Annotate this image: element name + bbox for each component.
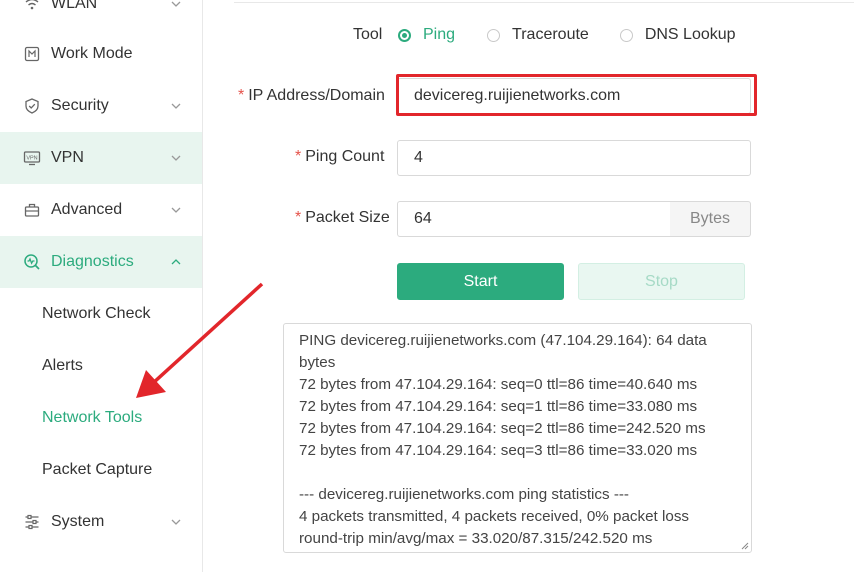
divider	[234, 0, 854, 3]
ping-output-textarea[interactable]: PING devicereg.ruijienetworks.com (47.10…	[283, 323, 752, 553]
output-line: bytes	[299, 354, 336, 371]
radio-button-icon	[619, 28, 633, 42]
wifi-icon	[22, 0, 42, 14]
sidebar-subitem-network-check[interactable]: Network Check	[0, 288, 202, 340]
output-line: --- devicereg.ruijienetworks.com ping st…	[299, 486, 629, 503]
sidebar: WLAN Work Mode Security VPN VPN Advanced	[0, 0, 203, 572]
chevron-down-icon	[171, 207, 181, 213]
vpn-icon: VPN	[22, 148, 42, 168]
output-line: 72 bytes from 47.104.29.164: seq=0 ttl=8…	[299, 376, 698, 393]
ip-address-label-text: IP Address/Domain	[248, 87, 385, 104]
output-line: 4 packets transmitted, 4 packets receive…	[299, 508, 690, 525]
chevron-down-icon	[171, 1, 181, 7]
sidebar-item-work-mode[interactable]: Work Mode	[0, 28, 202, 80]
chevron-down-icon	[171, 519, 181, 525]
ping-count-label: * Ping Count	[295, 148, 384, 166]
sidebar-item-security[interactable]: Security	[0, 80, 202, 132]
packet-size-label: * Packet Size	[295, 209, 390, 227]
output-line: 72 bytes from 47.104.29.164: seq=3 ttl=8…	[299, 442, 698, 459]
sidebar-item-label: WLAN	[51, 0, 98, 12]
output-line: 72 bytes from 47.104.29.164: seq=2 ttl=8…	[299, 420, 706, 437]
network-tools-panel: Tool Ping Traceroute DNS Lookup * IP Addr…	[214, 0, 863, 572]
tool-radio-group: Ping Traceroute DNS Lookup	[398, 26, 736, 44]
packet-size-label-text: Packet Size	[305, 209, 390, 226]
output-line: PING devicereg.ruijienetworks.com (47.10…	[299, 332, 707, 349]
radio-button-icon	[398, 28, 411, 42]
diagnostics-icon	[22, 252, 42, 272]
ping-count-label-text: Ping Count	[305, 148, 385, 165]
sidebar-item-label: VPN	[51, 149, 84, 166]
packet-size-input[interactable]	[397, 201, 671, 237]
sidebar-item-system[interactable]: System	[0, 496, 202, 548]
start-button[interactable]: Start	[397, 263, 564, 300]
required-mark: *	[295, 209, 302, 226]
shield-icon	[22, 96, 42, 116]
sidebar-item-label: System	[51, 513, 105, 530]
chevron-down-icon	[171, 103, 181, 109]
radio-dns-lookup[interactable]: DNS Lookup	[619, 26, 736, 44]
sidebar-subitem-alerts[interactable]: Alerts	[0, 340, 202, 392]
sidebar-subitem-label: Alerts	[42, 357, 83, 374]
sidebar-item-label: Diagnostics	[51, 253, 134, 270]
sidebar-item-vpn[interactable]: VPN VPN	[0, 132, 202, 184]
resize-handle-icon[interactable]	[740, 541, 749, 550]
system-icon	[22, 512, 42, 532]
toolbox-icon	[22, 200, 42, 220]
sidebar-subitem-label: Network Tools	[42, 409, 143, 426]
radio-label: DNS Lookup	[644, 26, 736, 43]
radio-label: Ping	[423, 26, 456, 43]
tool-label: Tool	[353, 26, 383, 43]
radio-button-icon	[487, 28, 501, 42]
chevron-up-icon	[171, 259, 181, 265]
work-mode-icon	[22, 44, 42, 64]
stop-button[interactable]: Stop	[578, 263, 745, 300]
bytes-unit-addon: Bytes	[670, 201, 751, 237]
sidebar-subitem-label: Packet Capture	[42, 461, 153, 478]
radio-ping[interactable]: Ping	[398, 26, 455, 44]
radio-label: Traceroute	[512, 26, 589, 43]
ping-count-input[interactable]	[397, 140, 751, 176]
sidebar-item-label: Advanced	[51, 201, 123, 218]
sidebar-subitem-packet-capture[interactable]: Packet Capture	[0, 444, 202, 496]
sidebar-subitem-network-tools[interactable]: Network Tools	[0, 392, 202, 444]
chevron-down-icon	[171, 155, 181, 161]
sidebar-item-advanced[interactable]: Advanced	[0, 184, 202, 236]
ip-address-input[interactable]	[397, 78, 751, 114]
sidebar-item-label: Work Mode	[51, 45, 133, 62]
required-mark: *	[295, 148, 302, 165]
output-line: 72 bytes from 47.104.29.164: seq=1 ttl=8…	[299, 398, 698, 415]
output-line: round-trip min/avg/max = 33.020/87.315/2…	[299, 530, 653, 547]
radio-traceroute[interactable]: Traceroute	[487, 26, 589, 44]
sidebar-item-diagnostics[interactable]: Diagnostics	[0, 236, 202, 288]
ip-address-label: * IP Address/Domain	[238, 87, 385, 105]
required-mark: *	[238, 87, 245, 104]
svg-text:VPN: VPN	[26, 156, 37, 162]
sidebar-subitem-label: Network Check	[42, 305, 151, 322]
sidebar-item-label: Security	[51, 97, 109, 114]
sidebar-item-wlan[interactable]: WLAN	[0, 0, 202, 30]
